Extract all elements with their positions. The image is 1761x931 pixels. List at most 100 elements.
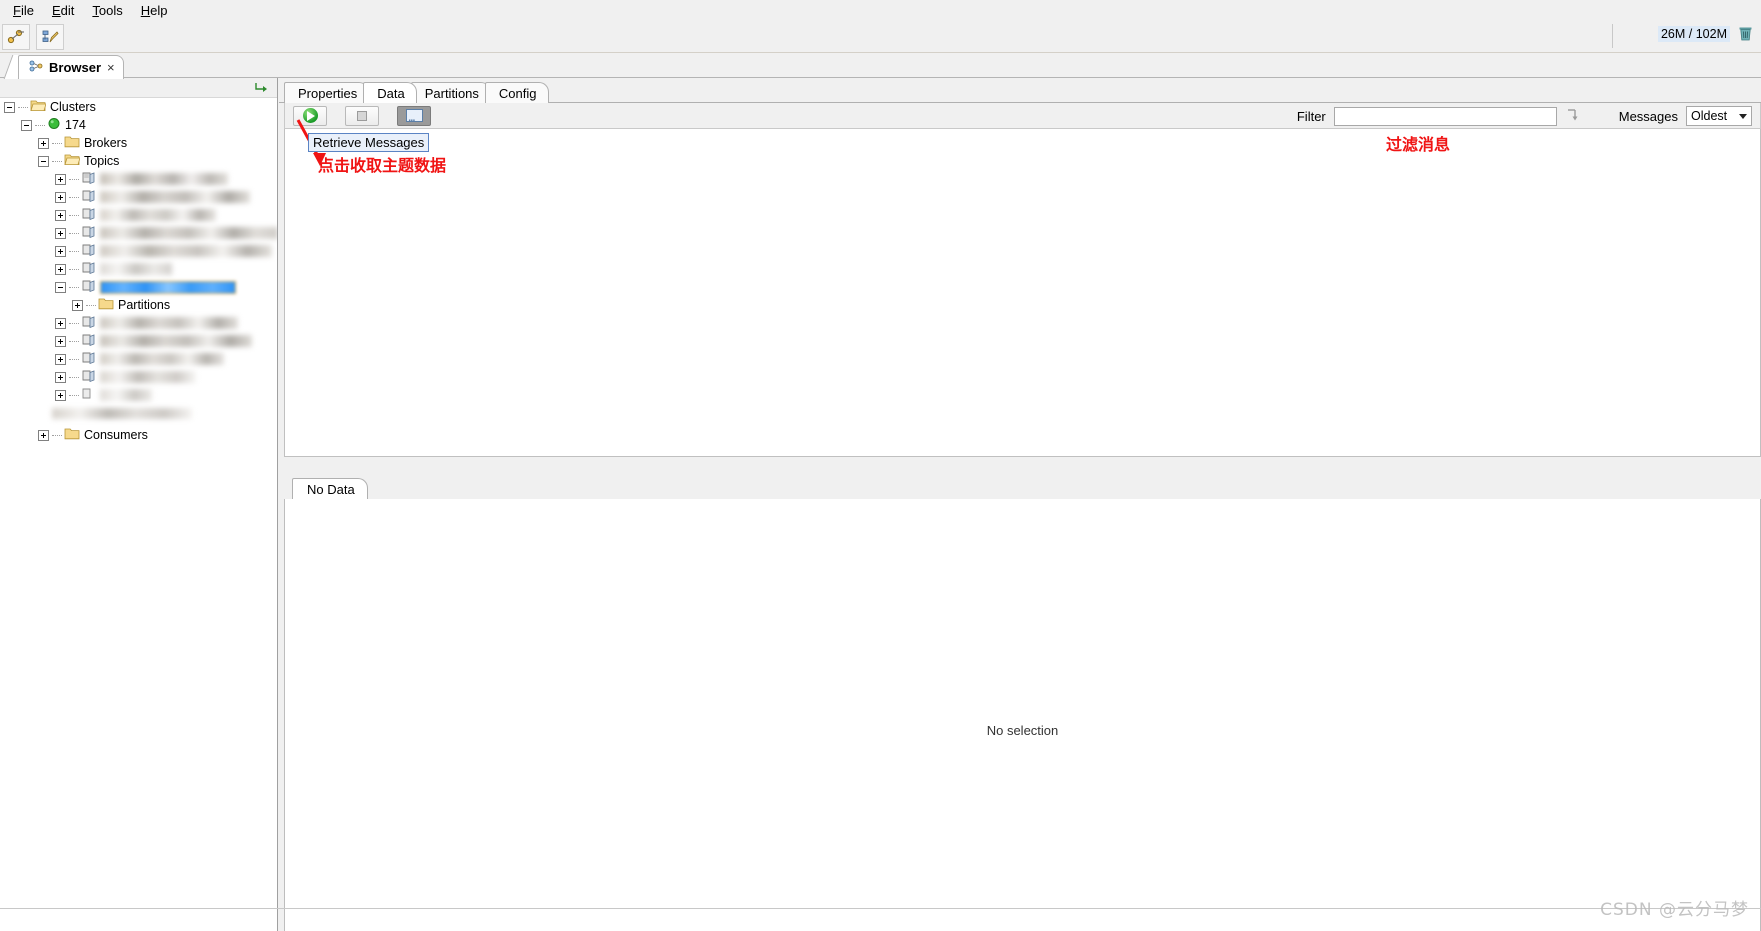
stop-button[interactable]	[345, 105, 379, 126]
memory-usage-text: 26M / 102M	[1657, 26, 1730, 42]
tree-panel-header	[0, 78, 277, 98]
topic-icon	[81, 351, 96, 367]
topic-name-redacted	[100, 191, 250, 203]
expander-topic[interactable]	[55, 353, 66, 365]
table-view-icon: ▪▪▪	[405, 109, 423, 124]
tab-no-data[interactable]: No Data	[292, 478, 368, 499]
topic-name-redacted	[100, 173, 228, 185]
tree-node-topic[interactable]	[0, 260, 277, 278]
main-toolbar	[0, 21, 1761, 53]
tree-node-topic[interactable]	[0, 242, 277, 260]
expander-topic[interactable]	[55, 263, 66, 275]
messages-order-select[interactable]: Oldest	[1686, 106, 1752, 126]
message-detail-panel: No Data No selection Ready [Messages = 0…	[284, 478, 1761, 931]
tree-node-topic-partial[interactable]	[0, 404, 277, 422]
tree-node-topic[interactable]	[0, 332, 277, 350]
folder-open-glyph	[30, 100, 47, 111]
retrieve-messages-tooltip: Retrieve Messages	[308, 133, 430, 152]
tree-connector	[52, 434, 62, 436]
messages-label: Messages	[1618, 108, 1678, 124]
expander-topic[interactable]	[55, 371, 66, 383]
tree-node-topic[interactable]	[0, 188, 277, 206]
tree-node-cluster-174[interactable]: 174	[0, 116, 277, 134]
tab-browser[interactable]: Browser ×	[18, 55, 124, 79]
messages-order-value: Oldest	[1691, 109, 1728, 123]
messages-table[interactable]	[284, 129, 1761, 457]
tree-label-clusters: Clusters	[50, 100, 96, 114]
expander-partitions[interactable]	[72, 299, 83, 311]
expander-topic[interactable]	[55, 209, 66, 221]
tree-node-partitions[interactable]: Partitions	[0, 296, 277, 314]
tree-node-topic[interactable]	[0, 386, 277, 404]
tab-data[interactable]: Data	[363, 82, 417, 103]
menu-item-tools[interactable]: Tools	[83, 1, 131, 20]
menu-bar: File Edit Tools Help	[0, 0, 1761, 21]
minimize-panel-glyph	[255, 83, 267, 92]
trash-icon[interactable]	[1738, 24, 1753, 44]
expander-topic[interactable]	[55, 335, 66, 347]
filter-input[interactable]	[1333, 106, 1557, 126]
toolbar-divider	[1612, 24, 1613, 48]
folder-open-icon	[30, 99, 47, 115]
expander-topic[interactable]	[55, 245, 66, 257]
sort-glyph	[1567, 108, 1578, 120]
expander-topic[interactable]	[55, 317, 66, 329]
tab-config-label: Config	[498, 86, 537, 101]
menu-item-edit[interactable]: Edit	[43, 1, 83, 20]
topic-icon	[81, 225, 96, 241]
tree-node-topic-selected[interactable]	[0, 278, 277, 296]
expander-topic[interactable]	[55, 191, 66, 203]
tree-node-topic[interactable]	[0, 368, 277, 386]
tree-connector	[69, 196, 79, 198]
add-cluster-icon[interactable]	[2, 23, 30, 50]
expander-topic[interactable]	[55, 389, 66, 401]
expander-topic[interactable]	[55, 173, 66, 185]
expander-consumers[interactable]	[38, 429, 49, 441]
expander-clusters[interactable]	[4, 101, 15, 113]
topic-glyph	[82, 316, 95, 329]
tree-node-topic[interactable]	[0, 314, 277, 332]
topic-name-redacted-selected	[100, 280, 236, 294]
expander-brokers[interactable]	[38, 137, 49, 149]
tab-browser-label: Browser	[49, 60, 102, 75]
tree-node-brokers[interactable]: Brokers	[0, 134, 277, 152]
stop-icon	[357, 110, 367, 121]
close-icon[interactable]: ×	[107, 60, 115, 75]
topic-name-redacted	[100, 353, 224, 365]
expander-cluster-174[interactable]	[21, 119, 32, 131]
topic-icon	[81, 279, 96, 295]
filter-controls: Filter Messages Oldest	[1297, 106, 1752, 126]
menu-edit-rest: dit	[60, 3, 75, 18]
minimize-panel-icon[interactable]	[254, 81, 268, 98]
topic-glyph	[82, 334, 95, 347]
tree-node-topic[interactable]	[0, 170, 277, 188]
edit-cluster-glyph	[42, 30, 59, 42]
tree-node-clusters[interactable]: Clusters	[0, 98, 277, 116]
menu-item-file[interactable]: File	[4, 1, 43, 20]
expander-topic[interactable]	[55, 227, 66, 239]
tree-node-topic[interactable]	[0, 206, 277, 224]
cluster-tree: Clusters 174 Brokers Topics Partitions C…	[0, 98, 277, 444]
tree-node-topic[interactable]	[0, 350, 277, 368]
table-view-dots: ▪▪▪	[408, 118, 415, 124]
tab-properties-label: Properties	[298, 86, 358, 101]
topic-glyph	[82, 370, 95, 383]
memory-indicator: 26M / 102M	[1657, 24, 1753, 44]
toggle-view-button[interactable]: ▪▪▪	[397, 105, 431, 126]
sort-icon[interactable]	[1565, 107, 1581, 126]
tree-node-consumers[interactable]: Consumers	[0, 426, 277, 444]
tab-partitions[interactable]: Partitions	[410, 82, 491, 103]
topic-glyph	[82, 262, 95, 275]
tab-data-label: Data	[377, 86, 405, 101]
tab-properties[interactable]: Properties	[284, 82, 370, 103]
expander-topic-selected[interactable]	[55, 281, 66, 293]
tab-config[interactable]: Config	[484, 82, 549, 103]
tree-label-brokers: Brokers	[84, 136, 128, 150]
menu-item-help[interactable]: Help	[132, 1, 177, 20]
expander-topics[interactable]	[38, 155, 49, 167]
folder-closed-glyph	[98, 298, 114, 310]
tree-node-topic[interactable]	[0, 224, 277, 242]
edit-cluster-icon[interactable]	[36, 23, 64, 50]
folder-icon	[98, 297, 114, 313]
tree-node-topics[interactable]: Topics	[0, 152, 277, 170]
